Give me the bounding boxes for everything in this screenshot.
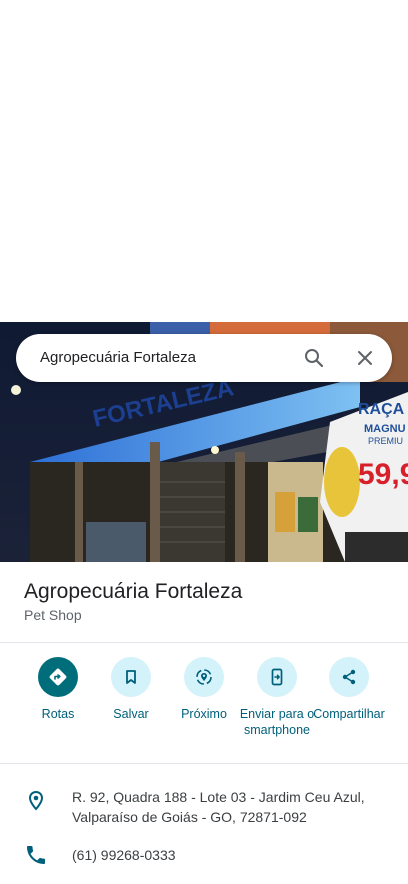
- bookmark-icon: [111, 657, 151, 697]
- send-to-phone-label: Enviar para o smartphone: [239, 707, 315, 737]
- nearby-icon: [184, 657, 224, 697]
- location-pin-icon: [24, 789, 48, 813]
- search-bar[interactable]: Agropecuária Fortaleza: [16, 334, 392, 382]
- search-input[interactable]: Agropecuária Fortaleza: [40, 349, 196, 366]
- share-label: Compartilhar: [313, 707, 385, 721]
- price-text: 59,9: [358, 458, 408, 491]
- banner-text-3: PREMIU: [368, 436, 403, 446]
- phone-text: (61) 99268-0333: [72, 847, 176, 863]
- place-category[interactable]: Pet Shop: [24, 607, 82, 623]
- nearby-label: Próximo: [181, 707, 227, 721]
- close-icon[interactable]: [353, 346, 377, 370]
- banner-text-1: RAÇA: [358, 401, 405, 418]
- save-button[interactable]: Salvar: [91, 657, 171, 722]
- save-label: Salvar: [113, 707, 149, 721]
- share-button[interactable]: Compartilhar: [309, 657, 389, 722]
- phone-icon: [24, 843, 48, 867]
- send-to-phone-icon: [257, 657, 297, 697]
- send-to-phone-button[interactable]: Enviar para o smartphone: [237, 657, 317, 738]
- address-text: R. 92, Quadra 188 - Lote 03 - Jardim Ceu…: [72, 789, 365, 825]
- divider: [0, 763, 408, 764]
- directions-icon: [38, 657, 78, 697]
- share-icon: [329, 657, 369, 697]
- place-title: Agropecuária Fortaleza: [24, 580, 243, 603]
- banner-text-2: MAGNU: [364, 423, 406, 435]
- nearby-button[interactable]: Próximo: [164, 657, 244, 722]
- search-icon[interactable]: [302, 346, 326, 370]
- directions-button[interactable]: Rotas: [18, 657, 98, 722]
- directions-label: Rotas: [41, 707, 75, 721]
- divider: [0, 642, 408, 643]
